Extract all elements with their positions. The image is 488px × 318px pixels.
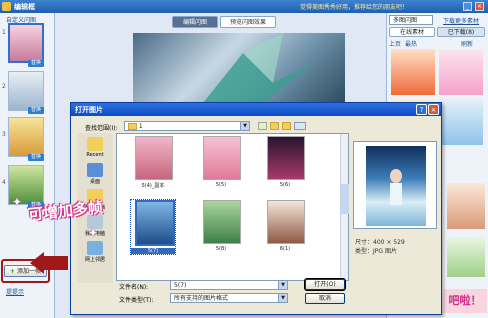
file-name: 5(5)	[215, 182, 227, 188]
up-folder-icon[interactable]	[270, 122, 279, 130]
look-in-value: 1	[138, 123, 143, 130]
cancel-button[interactable]: 取消	[305, 293, 345, 304]
file-thumb-2	[267, 136, 305, 180]
open-image-dialog: 打开图片 ? × 查找范围(I): 1 ▼ Recent 桌面 我的文档 我的电…	[70, 102, 442, 315]
app-title: 编辑框	[14, 3, 35, 11]
app-slogan: 觉得美图秀秀好用，推荐给您的朋友吧！	[300, 4, 409, 11]
file-name: 5(7)	[131, 248, 175, 254]
tab-online-materials[interactable]: 在线素材	[389, 27, 435, 37]
material-thumb[interactable]	[439, 99, 483, 145]
place-network[interactable]: 网上邻居	[80, 241, 110, 263]
replace-button[interactable]: 替换	[28, 154, 44, 161]
image-type: 类型：JPG 图片	[355, 248, 397, 255]
file-thumb-5	[267, 200, 305, 244]
place-label: 桌面	[89, 179, 100, 185]
file-thumb-3	[135, 200, 175, 246]
dialog-title-bar: 打开图片 ? ×	[71, 103, 441, 116]
preview-image	[366, 146, 426, 226]
material-thumb[interactable]	[439, 49, 483, 95]
network-icon	[87, 241, 103, 255]
file-thumb-0	[135, 136, 173, 180]
file-item[interactable]: 5(8)	[199, 200, 243, 252]
look-in-dropdown[interactable]: 1 ▼	[124, 121, 250, 131]
filename-value: 5(7)	[174, 282, 187, 289]
frame-thumb[interactable]	[8, 117, 44, 157]
frame-thumb[interactable]	[8, 23, 44, 63]
file-name: 5(6)	[279, 182, 291, 188]
file-item[interactable]: 5(4)_副本	[131, 136, 175, 189]
back-icon[interactable]	[258, 122, 267, 130]
scrollbar-thumb[interactable]	[341, 184, 349, 214]
star-icon: ✦	[12, 195, 23, 209]
frame-thumb[interactable]	[8, 71, 44, 111]
star-icon: ✦	[88, 226, 99, 240]
file-item-selected[interactable]: 5(7)	[130, 199, 176, 255]
person-silhouette	[390, 169, 402, 205]
recent-icon	[87, 137, 103, 151]
tab-edit[interactable]: 编辑闪图	[172, 16, 218, 28]
file-item[interactable]: 5(5)	[199, 136, 243, 188]
place-label: 网上邻居	[84, 257, 105, 263]
place-label: Recent	[86, 152, 104, 158]
filename-label: 文件名(N):	[119, 284, 149, 291]
plus-icon: +	[10, 268, 16, 275]
look-in-label: 查找范围(I):	[85, 125, 118, 132]
new-folder-icon[interactable]	[282, 122, 291, 130]
file-name: 6(1)	[279, 246, 291, 252]
material-thumb[interactable]	[447, 237, 485, 277]
material-thumb[interactable]	[391, 49, 435, 95]
dialog-title: 打开图片	[75, 106, 103, 114]
image-size: 尺寸：400 × 529	[355, 239, 405, 246]
refresh-link[interactable]: 刷新	[461, 39, 473, 48]
minimize-icon[interactable]: _	[463, 2, 472, 11]
frame-number: 2	[2, 83, 6, 90]
filetype-label: 文件类型(T):	[119, 297, 154, 304]
frame-number: 4	[2, 179, 6, 186]
hint-link[interactable]: 提提示	[6, 287, 24, 296]
red-arrow-icon	[30, 252, 68, 274]
tab-downloaded[interactable]: 已下载(8)	[437, 27, 485, 37]
hot-link[interactable]: 最热	[405, 39, 417, 48]
callout-stars: ✦	[88, 226, 98, 240]
file-item[interactable]: 6(1)	[263, 200, 307, 252]
close-icon[interactable]: ×	[475, 2, 484, 11]
frame-number: 1	[2, 29, 6, 36]
tab-preview[interactable]: 预览闪图效果	[220, 16, 276, 28]
preview-pane	[353, 141, 437, 229]
callout-stars: ✦	[12, 195, 22, 209]
folder-icon	[128, 123, 137, 130]
filetype-dropdown[interactable]: 所有支持的图片格式 ▼	[170, 293, 288, 303]
filetype-value: 所有支持的图片格式	[174, 295, 229, 302]
file-thumb-4	[203, 200, 241, 244]
place-recent[interactable]: Recent	[80, 137, 110, 158]
view-menu-icon[interactable]	[294, 122, 306, 130]
close-icon[interactable]: ×	[428, 104, 439, 115]
replace-button[interactable]: 替换	[28, 60, 44, 67]
file-name: 5(4)_副本	[141, 183, 165, 189]
desktop-icon	[87, 163, 103, 177]
place-desktop[interactable]: 桌面	[80, 163, 110, 185]
replace-button[interactable]: 替换	[28, 107, 44, 114]
prev-page-link[interactable]: 上页	[389, 39, 401, 48]
material-thumb[interactable]	[447, 183, 485, 229]
open-button[interactable]: 打开(O)	[304, 278, 346, 291]
help-icon[interactable]: ?	[416, 104, 427, 115]
file-list-scrollbar[interactable]	[340, 134, 349, 280]
app-title-bar: 编辑框 觉得美图秀秀好用，推荐给您的朋友吧！ _ ×	[0, 0, 488, 13]
frame-number: 3	[2, 131, 6, 138]
canvas-preview	[133, 33, 345, 103]
file-item[interactable]: 5(6)	[263, 136, 307, 188]
file-list: 5(4)_副本 5(5) 5(6) 5(7) 5(8) 6(1)	[116, 133, 349, 281]
chevron-down-icon: ▼	[278, 294, 287, 302]
paper-crane-image	[203, 33, 313, 103]
chevron-down-icon: ▼	[240, 122, 249, 130]
app-icon	[2, 2, 11, 11]
file-name: 5(8)	[215, 246, 227, 252]
file-thumb-1	[203, 136, 241, 180]
filename-input[interactable]: 5(7) ▼	[170, 280, 288, 290]
chevron-down-icon: ▼	[278, 281, 287, 289]
material-thumb-text[interactable]: 吧啦！	[443, 289, 487, 313]
download-more-link[interactable]: 下载更多素材	[443, 16, 479, 25]
material-type-dropdown[interactable]: 多图闪图	[389, 15, 433, 25]
